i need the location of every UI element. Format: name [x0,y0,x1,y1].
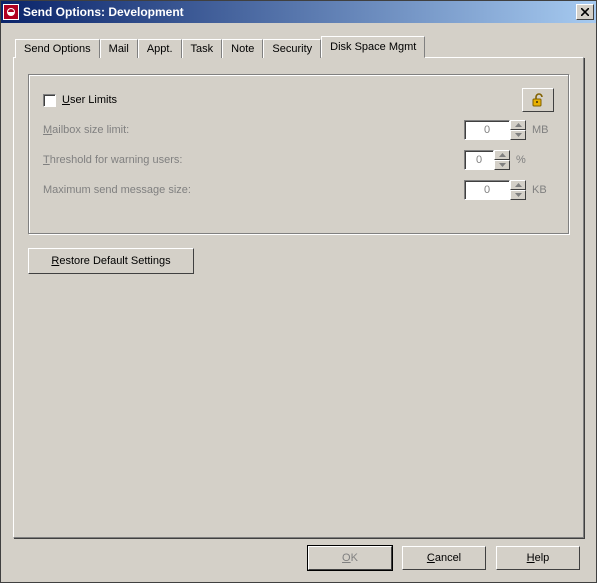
cancel-button[interactable]: Cancel [402,546,486,570]
tabpane-disk-space: User Limits Mailbox size limit: [13,57,584,538]
mailbox-limit-spin-buttons [510,120,526,140]
tab-note[interactable]: Note [222,39,263,58]
mailbox-limit-down[interactable] [510,130,526,140]
maxsend-spinner [464,180,526,200]
client-area: Send Options Mail Appt. Task Note Securi… [1,23,596,582]
titlebar: Send Options: Development [1,1,596,23]
threshold-spinner [464,150,510,170]
mailbox-limit-row: Mailbox size limit: MB [43,115,554,145]
help-button[interactable]: Help [496,546,580,570]
tab-task[interactable]: Task [182,39,223,58]
mailbox-limit-input[interactable] [464,120,510,140]
threshold-input[interactable] [464,150,494,170]
send-options-window: Send Options: Development Send Options M… [0,0,597,583]
threshold-up[interactable] [494,150,510,160]
unlock-icon [530,92,546,108]
tab-security[interactable]: Security [263,39,321,58]
maxsend-input[interactable] [464,180,510,200]
tabstrip: Send Options Mail Appt. Task Note Securi… [15,35,584,57]
mailbox-limit-spinner [464,120,526,140]
window-title: Send Options: Development [23,5,576,19]
mailbox-limit-up[interactable] [510,120,526,130]
maxsend-row: Maximum send message size: KB [43,175,554,205]
tab-disk-space-mgmt[interactable]: Disk Space Mgmt [321,36,425,58]
close-button[interactable] [576,4,594,20]
maxsend-down[interactable] [510,190,526,200]
user-limits-row: User Limits [43,85,554,115]
app-icon [3,4,19,20]
lock-button[interactable] [522,88,554,112]
threshold-label: Threshold for warning users: [43,154,464,166]
threshold-down[interactable] [494,160,510,170]
threshold-spin-buttons [494,150,510,170]
maxsend-unit: KB [532,184,554,196]
user-limits-label: User Limits [62,94,522,106]
threshold-row: Threshold for warning users: % [43,145,554,175]
user-limits-checkbox[interactable] [43,94,56,107]
dialog-buttons: OK Cancel Help [13,538,584,574]
user-limits-group: User Limits Mailbox size limit: [28,74,569,234]
ok-button[interactable]: OK [308,546,392,570]
tab-appt[interactable]: Appt. [138,39,182,58]
restore-defaults-button[interactable]: Restore Default Settings [28,248,194,274]
tab-send-options[interactable]: Send Options [15,39,100,58]
mailbox-limit-label: Mailbox size limit: [43,124,464,136]
maxsend-spin-buttons [510,180,526,200]
mailbox-limit-unit: MB [532,124,554,136]
maxsend-label: Maximum send message size: [43,184,464,196]
threshold-unit: % [516,154,554,166]
maxsend-up[interactable] [510,180,526,190]
tab-mail[interactable]: Mail [100,39,138,58]
